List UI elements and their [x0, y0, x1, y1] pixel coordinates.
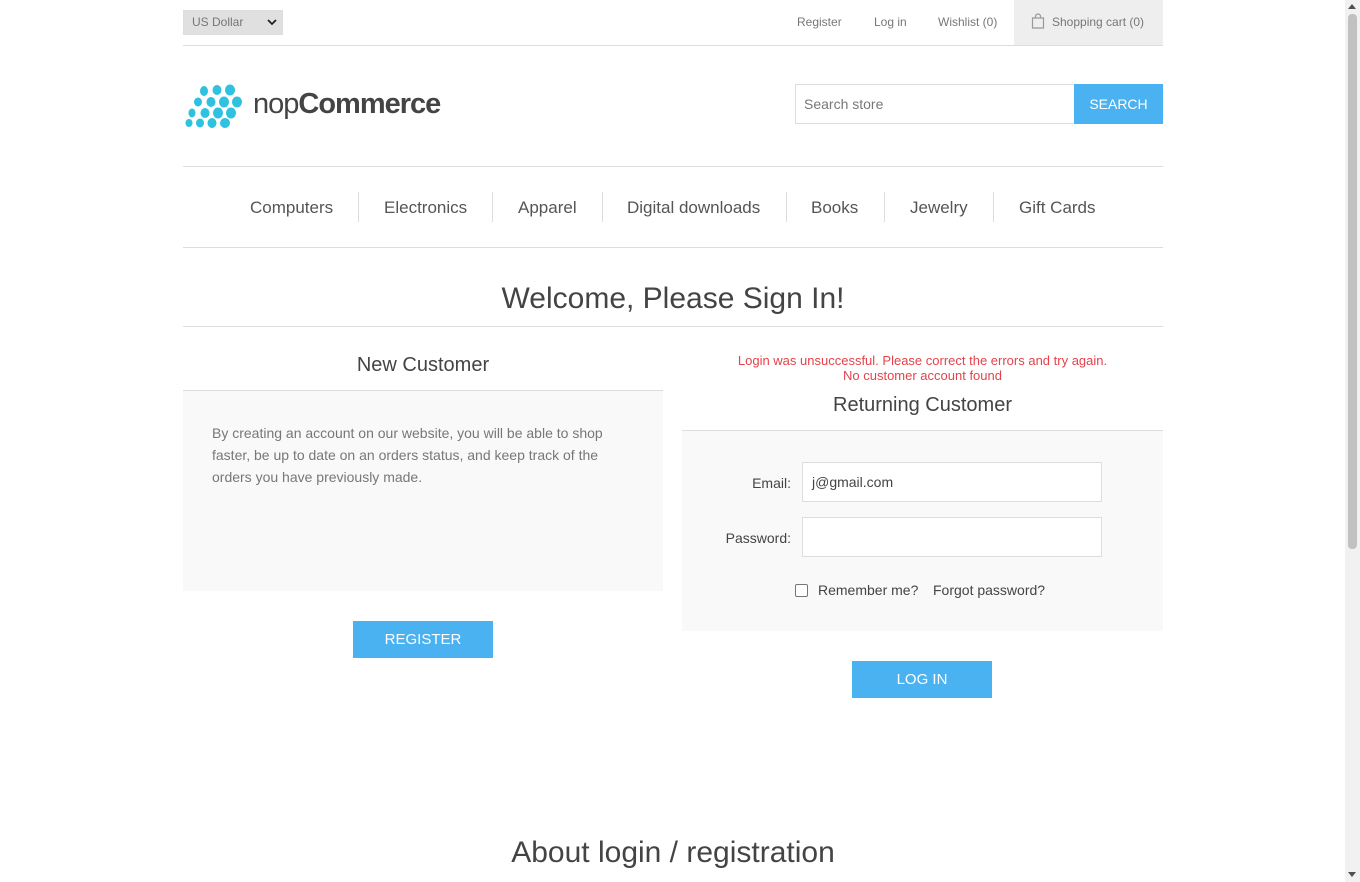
top-menu: Computers Electronics Apparel Digital do…: [183, 166, 1163, 248]
menu-divider: [993, 192, 994, 222]
email-label: Email:: [752, 475, 791, 491]
nopcommerce-logo[interactable]: nopCommerce: [185, 84, 441, 128]
forgot-password-link[interactable]: Forgot password?: [933, 582, 1045, 598]
shopping-cart-link[interactable]: Shopping cart (0): [1014, 0, 1163, 45]
register-link[interactable]: Register: [797, 15, 842, 29]
menu-item-apparel[interactable]: Apparel: [518, 198, 577, 218]
shopping-bag-icon: [1031, 13, 1045, 29]
page-title: Welcome, Please Sign In!: [501, 282, 845, 315]
remember-me-checkbox[interactable]: [795, 584, 808, 597]
currency-select-value: US Dollar: [192, 15, 244, 29]
vertical-scrollbar[interactable]: [1345, 0, 1360, 882]
logo-text: nopCommerce: [253, 88, 441, 120]
menu-item-computers[interactable]: Computers: [250, 198, 333, 218]
menu-divider: [358, 192, 359, 222]
login-link[interactable]: Log in: [874, 15, 907, 29]
menu-divider: [492, 192, 493, 222]
menu-item-digital-downloads[interactable]: Digital downloads: [627, 198, 760, 218]
about-title: About login / registration: [511, 836, 835, 869]
header-links-bar: US Dollar Register Log in Wishlist (0) S…: [183, 0, 1163, 46]
email-field[interactable]: j@gmail.com: [802, 462, 1102, 502]
search-input[interactable]: Search store: [795, 84, 1075, 124]
login-button[interactable]: Log in: [852, 661, 992, 698]
new-customer-title: New Customer: [356, 354, 490, 376]
scroll-down-icon[interactable]: [1348, 872, 1356, 877]
menu-item-jewelry[interactable]: Jewelry: [910, 198, 968, 218]
returning-customer-title: Returning Customer: [833, 394, 1012, 416]
menu-item-electronics[interactable]: Electronics: [384, 198, 467, 218]
currency-select[interactable]: US Dollar: [183, 10, 283, 35]
logo-dots-icon: [185, 84, 242, 128]
wishlist-link[interactable]: Wishlist (0): [938, 15, 997, 29]
scroll-up-icon[interactable]: [1348, 4, 1356, 9]
login-error-detail: No customer account found: [843, 368, 1002, 383]
remember-me-label[interactable]: Remember me?: [818, 582, 918, 598]
menu-item-books[interactable]: Books: [811, 198, 858, 218]
password-label: Password:: [725, 530, 791, 546]
title-divider: [183, 326, 1163, 327]
chevron-down-icon: [267, 19, 277, 26]
scrollbar-thumb[interactable]: [1348, 14, 1357, 549]
menu-divider: [786, 192, 787, 222]
search-button[interactable]: Search: [1074, 84, 1163, 124]
shopping-cart-label: Shopping cart (0): [1052, 15, 1145, 29]
new-customer-box: By creating an account on our website, y…: [183, 390, 663, 591]
menu-item-gift-cards[interactable]: Gift Cards: [1019, 198, 1096, 218]
menu-divider: [884, 192, 885, 222]
login-error-message: Login was unsuccessful. Please correct t…: [737, 353, 1108, 368]
menu-divider: [602, 192, 603, 222]
returning-customer-box: Email: j@gmail.com Password: Remember me…: [682, 430, 1163, 631]
register-button[interactable]: Register: [353, 621, 493, 658]
password-field[interactable]: [802, 517, 1102, 557]
new-customer-text: By creating an account on our website, y…: [212, 425, 603, 485]
